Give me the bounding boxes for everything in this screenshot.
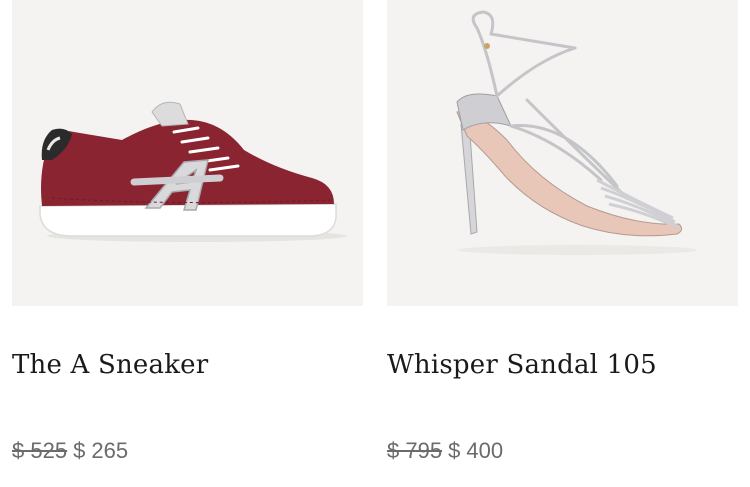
- product-card-a-sneaker[interactable]: The A Sneaker $ 525 $ 265: [12, 0, 363, 463]
- product-name[interactable]: The A Sneaker: [12, 350, 208, 380]
- product-image-sneaker[interactable]: [12, 0, 363, 306]
- sandal-illustration: [456, 10, 697, 255]
- product-image-sandal[interactable]: [387, 0, 738, 306]
- sale-price: $ 400: [448, 438, 504, 463]
- product-grid: The A Sneaker $ 525 $ 265 Whisper Sandal…: [0, 0, 750, 487]
- product-price: $ 795 $ 400: [387, 438, 503, 464]
- original-price: $ 795: [387, 438, 443, 463]
- product-name[interactable]: Whisper Sandal 105: [387, 350, 657, 380]
- sneaker-illustration: [39, 101, 347, 242]
- original-price: $ 525: [12, 438, 68, 463]
- sale-price: $ 265: [73, 438, 129, 463]
- product-card-whisper-sandal[interactable]: Whisper Sandal 105 $ 795 $ 400: [387, 0, 738, 463]
- product-price: $ 525 $ 265: [12, 438, 128, 464]
